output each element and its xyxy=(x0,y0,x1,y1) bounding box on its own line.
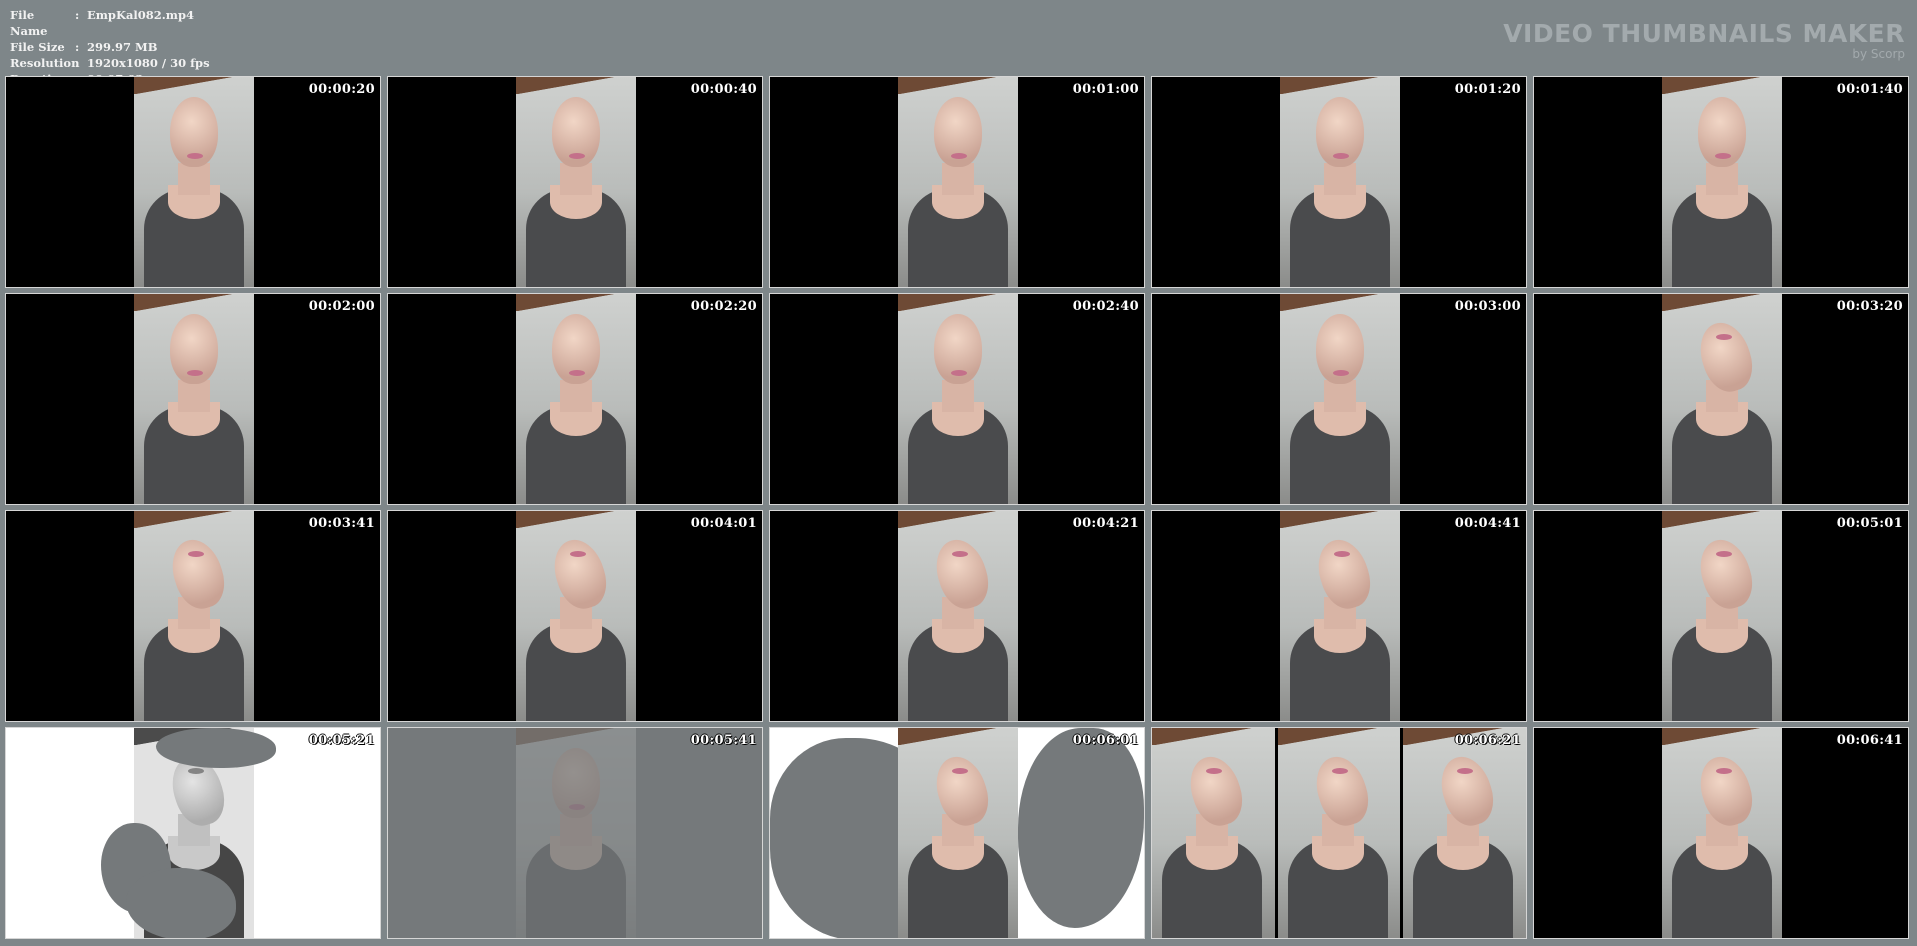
video-frame xyxy=(1280,294,1400,504)
file-info-panel: File Name : EmpKal082.mp4 File Size : 29… xyxy=(10,7,210,87)
file-name-value: EmpKal082.mp4 xyxy=(87,8,195,22)
thumbnail[interactable]: 00:01:20 xyxy=(1151,76,1527,288)
file-size-row: File Size : 299.97 MB xyxy=(10,39,210,55)
timestamp: 00:06:41 xyxy=(1836,733,1903,748)
thumbnail[interactable]: 00:01:40 xyxy=(1533,76,1909,288)
transition-blob xyxy=(1018,728,1144,928)
brand-title: VIDEO THUMBNAILS MAKER xyxy=(1503,19,1905,48)
video-frame xyxy=(516,511,636,721)
timestamp: 00:04:41 xyxy=(1454,516,1521,531)
video-frame xyxy=(898,728,1018,938)
thumbnail[interactable]: 00:03:41 xyxy=(5,510,381,722)
thumbnail[interactable]: 00:06:21 xyxy=(1151,727,1527,939)
thumbnail[interactable]: 00:06:01 xyxy=(769,727,1145,939)
file-size-label: File Size xyxy=(10,40,65,54)
video-frame xyxy=(1662,77,1782,287)
thumbnail[interactable]: 00:00:20 xyxy=(5,76,381,288)
timestamp: 00:04:21 xyxy=(1072,516,1139,531)
file-name-row: File Name : EmpKal082.mp4 xyxy=(10,7,210,39)
timestamp: 00:01:40 xyxy=(1836,82,1903,97)
video-frame xyxy=(1280,77,1400,287)
thumbnail[interactable]: 00:00:40 xyxy=(387,76,763,288)
resolution-value: 1920x1080 / 30 fps xyxy=(87,56,210,70)
timestamp: 00:04:01 xyxy=(690,516,757,531)
video-frame xyxy=(898,511,1018,721)
video-frame xyxy=(1278,728,1400,938)
timestamp: 00:03:41 xyxy=(308,516,375,531)
thumbnail[interactable]: 00:04:21 xyxy=(769,510,1145,722)
timestamp: 00:05:21 xyxy=(308,733,375,748)
thumbnail[interactable]: 00:05:01 xyxy=(1533,510,1909,722)
thumbnail[interactable]: 00:06:41 xyxy=(1533,727,1909,939)
thumbnail[interactable]: 00:03:00 xyxy=(1151,293,1527,505)
file-name-label: File Name xyxy=(10,8,48,38)
resolution-row: Resolution : 1920x1080 / 30 fps xyxy=(10,55,210,71)
timestamp: 00:01:00 xyxy=(1072,82,1139,97)
video-frame xyxy=(1662,511,1782,721)
video-frame xyxy=(1403,728,1526,938)
timestamp: 00:02:40 xyxy=(1072,299,1139,314)
thumbnail[interactable]: 00:04:41 xyxy=(1151,510,1527,722)
video-frame xyxy=(898,77,1018,287)
brand-subtitle: by Scorp xyxy=(1852,47,1905,61)
video-frame xyxy=(898,294,1018,504)
timestamp: 00:03:00 xyxy=(1454,299,1521,314)
video-frame xyxy=(134,511,254,721)
timestamp: 00:03:20 xyxy=(1836,299,1903,314)
file-size-value: 299.97 MB xyxy=(87,40,158,54)
video-frame xyxy=(134,77,254,287)
separator: : xyxy=(75,8,80,22)
resolution-label: Resolution xyxy=(10,56,80,70)
separator: : xyxy=(75,40,80,54)
video-frame xyxy=(1152,728,1275,938)
timestamp: 00:05:41 xyxy=(690,733,757,748)
video-frame xyxy=(516,728,636,938)
timestamp: 00:02:20 xyxy=(690,299,757,314)
video-frame xyxy=(516,294,636,504)
thumbnail[interactable]: 00:03:20 xyxy=(1533,293,1909,505)
thumbnail[interactable]: 00:05:41 xyxy=(387,727,763,939)
thumbnail[interactable]: 00:04:01 xyxy=(387,510,763,722)
transition-blob xyxy=(126,868,236,938)
video-frame xyxy=(1662,728,1782,938)
timestamp: 00:06:21 xyxy=(1454,733,1521,748)
thumbnail[interactable]: 00:05:21 xyxy=(5,727,381,939)
video-frame xyxy=(134,294,254,504)
thumbnail[interactable]: 00:01:00 xyxy=(769,76,1145,288)
thumbnail[interactable]: 00:02:20 xyxy=(387,293,763,505)
thumbnail-grid: 00:00:20 00:00:40 00:01:00 00:01:20 00:0… xyxy=(5,76,1909,939)
timestamp: 00:06:01 xyxy=(1072,733,1139,748)
timestamp: 00:05:01 xyxy=(1836,516,1903,531)
separator: : xyxy=(75,56,80,70)
timestamp: 00:00:40 xyxy=(690,82,757,97)
video-frame xyxy=(1662,294,1782,504)
timestamp: 00:02:00 xyxy=(308,299,375,314)
video-frame xyxy=(516,77,636,287)
thumbnail[interactable]: 00:02:00 xyxy=(5,293,381,505)
brand-watermark: VIDEO THUMBNAILS MAKER by Scorp xyxy=(1503,19,1905,61)
thumbnail[interactable]: 00:02:40 xyxy=(769,293,1145,505)
timestamp: 00:00:20 xyxy=(308,82,375,97)
timestamp: 00:01:20 xyxy=(1454,82,1521,97)
video-frame xyxy=(1280,511,1400,721)
